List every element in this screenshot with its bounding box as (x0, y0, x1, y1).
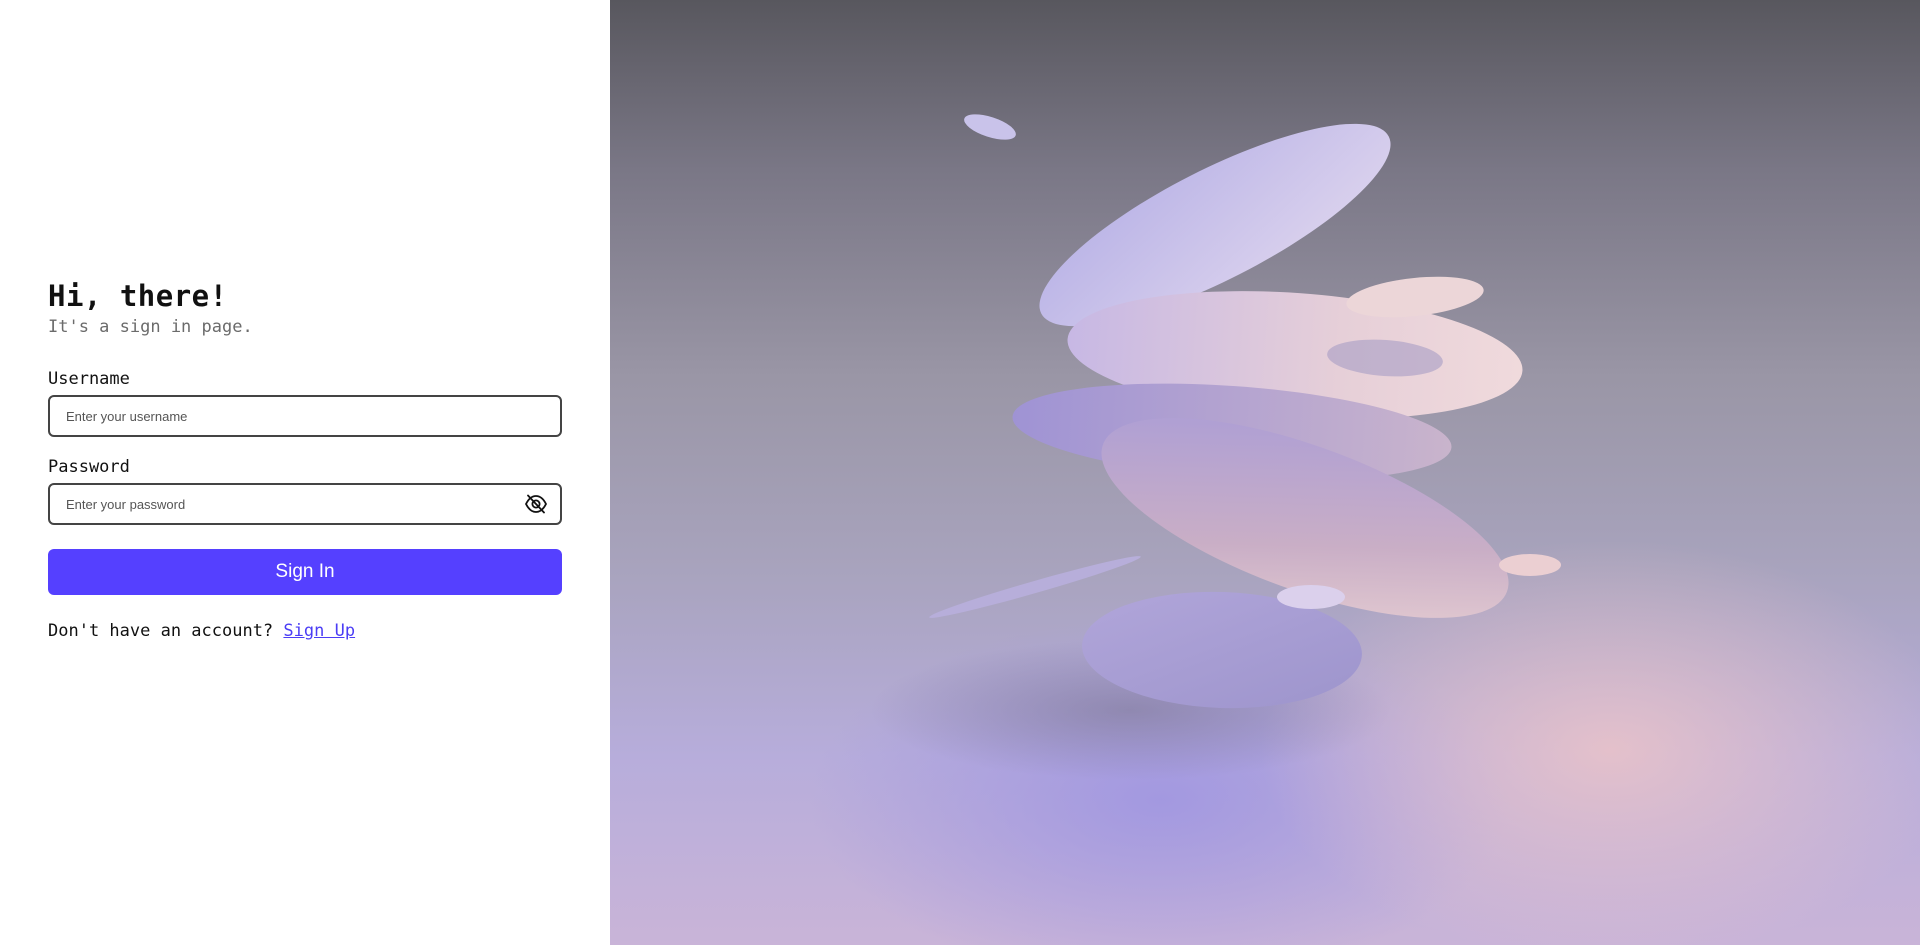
greeting-subtitle: It's a sign in page. (48, 317, 253, 337)
sign-up-link[interactable]: Sign Up (283, 621, 355, 641)
eye-off-icon[interactable] (524, 494, 548, 514)
hero-image (610, 0, 1920, 945)
password-input[interactable] (50, 485, 560, 523)
sign-in-button[interactable]: Sign In (48, 549, 562, 595)
sign-in-page: Hi, there! It's a sign in page. Username… (0, 0, 1920, 945)
signup-prompt-text: Don't have an account? (48, 621, 274, 641)
password-field (48, 483, 562, 525)
greeting-title: Hi, there! (48, 279, 228, 313)
username-field (48, 395, 562, 437)
password-label: Password (48, 457, 130, 477)
floating-discs-illustration (870, 114, 1561, 780)
sign-in-panel: Hi, there! It's a sign in page. Username… (0, 0, 610, 945)
sign-in-form: Hi, there! It's a sign in page. Username… (48, 276, 562, 642)
username-input[interactable] (50, 397, 560, 435)
signup-prompt-row: Don't have an account? Sign Up (48, 620, 562, 642)
username-label: Username (48, 369, 130, 389)
